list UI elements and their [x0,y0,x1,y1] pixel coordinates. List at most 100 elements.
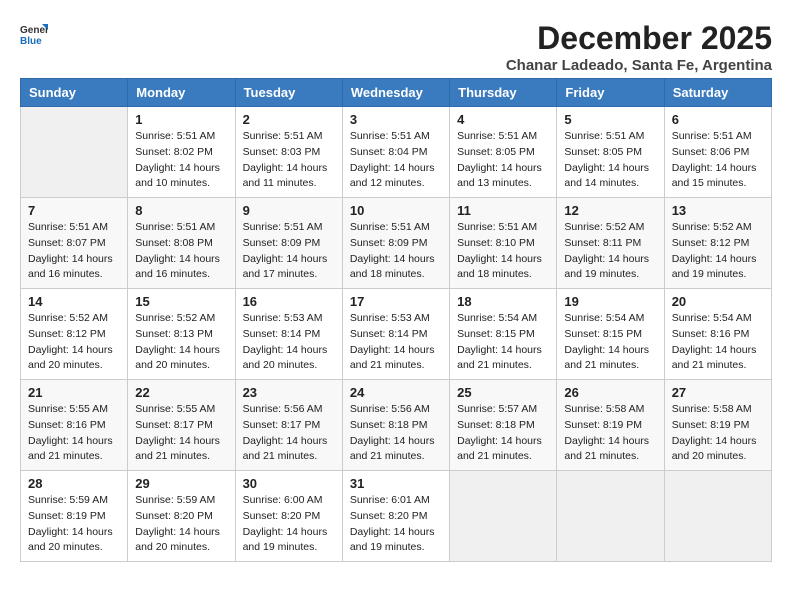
day-cell: 28Sunrise: 5:59 AMSunset: 8:19 PMDayligh… [21,471,128,562]
day-number: 10 [350,203,442,218]
day-number: 14 [28,294,120,309]
day-number: 24 [350,385,442,400]
day-info: Sunrise: 5:55 AMSunset: 8:17 PMDaylight:… [135,402,227,465]
day-cell: 8 Sunrise: 5:51 AMSunset: 8:08 PMDaylight… [128,198,235,289]
day-info: Sunrise: 5:57 AMSunset: 8:18 PMDaylight:… [457,402,549,465]
day-cell: 26 Sunrise: 5:58 AMSunset: 8:19 PMDayligh… [557,380,664,471]
day-info: Sunrise: 5:51 AMSunset: 8:03 PMDaylight:… [243,129,335,192]
day-number: 25 [457,385,549,400]
day-number: 9 [243,203,335,218]
day-cell [557,471,664,562]
day-number: 11 [457,203,549,218]
day-cell: 15 Sunrise: 5:52 AMSunset: 8:13 PMDayligh… [128,289,235,380]
day-number: 15 [135,294,227,309]
day-cell: 18 Sunrise: 5:54 AMSunset: 8:15 PMDayligh… [450,289,557,380]
day-cell: 7 Sunrise: 5:51 AMSunset: 8:07 PMDaylight… [21,198,128,289]
day-info: Sunrise: 5:51 AMSunset: 8:07 PMDaylight:… [28,220,120,283]
day-number: 19 [564,294,656,309]
day-number: 2 [243,112,335,127]
weekday-header-sunday: Sunday [21,79,128,107]
day-cell: 9Sunrise: 5:51 AMSunset: 8:09 PMDaylight… [235,198,342,289]
day-info: Sunrise: 5:58 AMSunset: 8:19 PMDaylight:… [564,402,656,465]
page-header: General Blue December 2025 Chanar Ladead… [20,20,772,74]
day-cell: 21 Sunrise: 5:55 AMSunset: 8:16 PMDayligh… [21,380,128,471]
svg-text:General: General [20,25,48,36]
day-info: Sunrise: 5:54 AMSunset: 8:15 PMDaylight:… [564,311,656,374]
day-cell [450,471,557,562]
day-cell: 27 Sunrise: 5:58 AMSunset: 8:19 PMDayligh… [664,380,771,471]
day-cell: 31Sunrise: 6:01 AMSunset: 8:20 PMDayligh… [342,471,449,562]
day-number: 17 [350,294,442,309]
day-cell: 25 Sunrise: 5:57 AMSunset: 8:18 PMDayligh… [450,380,557,471]
month-title: December 2025 [506,20,772,57]
day-number: 20 [672,294,764,309]
day-info: Sunrise: 5:52 AMSunset: 8:12 PMDaylight:… [28,311,120,374]
week-row-5: 28Sunrise: 5:59 AMSunset: 8:19 PMDayligh… [21,471,772,562]
day-info: Sunrise: 5:53 AMSunset: 8:14 PMDaylight:… [350,311,442,374]
day-cell: 2 Sunrise: 5:51 AMSunset: 8:03 PMDaylight… [235,107,342,198]
day-info: Sunrise: 6:00 AMSunset: 8:20 PMDaylight:… [243,493,335,556]
day-info: Sunrise: 5:52 AMSunset: 8:11 PMDaylight:… [564,220,656,283]
day-number: 3 [350,112,442,127]
day-info: Sunrise: 5:54 AMSunset: 8:15 PMDaylight:… [457,311,549,374]
day-cell: 24 Sunrise: 5:56 AMSunset: 8:18 PMDayligh… [342,380,449,471]
day-number: 22 [135,385,227,400]
title-block: December 2025 Chanar Ladeado, Santa Fe, … [506,20,772,74]
weekday-header-saturday: Saturday [664,79,771,107]
day-cell: 29Sunrise: 5:59 AMSunset: 8:20 PMDayligh… [128,471,235,562]
day-info: Sunrise: 5:52 AMSunset: 8:12 PMDaylight:… [672,220,764,283]
day-info: Sunrise: 5:59 AMSunset: 8:19 PMDaylight:… [28,493,120,556]
day-cell: 17 Sunrise: 5:53 AMSunset: 8:14 PMDayligh… [342,289,449,380]
day-number: 7 [28,203,120,218]
day-info: Sunrise: 5:54 AMSunset: 8:16 PMDaylight:… [672,311,764,374]
day-info: Sunrise: 5:51 AMSunset: 8:04 PMDaylight:… [350,129,442,192]
day-info: Sunrise: 5:56 AMSunset: 8:18 PMDaylight:… [350,402,442,465]
day-info: Sunrise: 5:51 AMSunset: 8:06 PMDaylight:… [672,129,764,192]
day-cell: 1 Sunrise: 5:51 AMSunset: 8:02 PMDaylight… [128,107,235,198]
day-number: 8 [135,203,227,218]
day-cell: 13 Sunrise: 5:52 AMSunset: 8:12 PMDayligh… [664,198,771,289]
day-cell: 20 Sunrise: 5:54 AMSunset: 8:16 PMDayligh… [664,289,771,380]
day-cell [664,471,771,562]
day-info: Sunrise: 5:52 AMSunset: 8:13 PMDaylight:… [135,311,227,374]
day-cell: 16Sunrise: 5:53 AMSunset: 8:14 PMDayligh… [235,289,342,380]
day-cell: 11 Sunrise: 5:51 AMSunset: 8:10 PMDayligh… [450,198,557,289]
day-number: 13 [672,203,764,218]
day-info: Sunrise: 5:51 AMSunset: 8:08 PMDaylight:… [135,220,227,283]
day-cell: 10 Sunrise: 5:51 AMSunset: 8:09 PMDayligh… [342,198,449,289]
day-info: Sunrise: 5:56 AMSunset: 8:17 PMDaylight:… [243,402,335,465]
day-cell [21,107,128,198]
day-number: 31 [350,476,442,491]
day-number: 6 [672,112,764,127]
weekday-header-thursday: Thursday [450,79,557,107]
svg-text:Blue: Blue [20,36,42,47]
day-cell: 6 Sunrise: 5:51 AMSunset: 8:06 PMDaylight… [664,107,771,198]
day-cell: 30 Sunrise: 6:00 AMSunset: 8:20 PMDayligh… [235,471,342,562]
day-cell: 12 Sunrise: 5:52 AMSunset: 8:11 PMDayligh… [557,198,664,289]
week-row-3: 14 Sunrise: 5:52 AMSunset: 8:12 PMDayligh… [21,289,772,380]
day-number: 12 [564,203,656,218]
day-number: 18 [457,294,549,309]
day-number: 23 [243,385,335,400]
day-cell: 23 Sunrise: 5:56 AMSunset: 8:17 PMDayligh… [235,380,342,471]
day-info: Sunrise: 5:51 AMSunset: 8:10 PMDaylight:… [457,220,549,283]
day-cell: 19 Sunrise: 5:54 AMSunset: 8:15 PMDayligh… [557,289,664,380]
weekday-header-wednesday: Wednesday [342,79,449,107]
weekday-header-tuesday: Tuesday [235,79,342,107]
day-cell: 3 Sunrise: 5:51 AMSunset: 8:04 PMDaylight… [342,107,449,198]
day-info: Sunrise: 5:51 AMSunset: 8:02 PMDaylight:… [135,129,227,192]
day-cell: 4Sunrise: 5:51 AMSunset: 8:05 PMDaylight… [450,107,557,198]
day-info: Sunrise: 5:51 AMSunset: 8:09 PMDaylight:… [350,220,442,283]
week-row-2: 7 Sunrise: 5:51 AMSunset: 8:07 PMDaylight… [21,198,772,289]
day-number: 27 [672,385,764,400]
weekday-header-monday: Monday [128,79,235,107]
day-number: 26 [564,385,656,400]
day-cell: 5Sunrise: 5:51 AMSunset: 8:05 PMDaylight… [557,107,664,198]
day-number: 1 [135,112,227,127]
day-number: 30 [243,476,335,491]
day-info: Sunrise: 5:55 AMSunset: 8:16 PMDaylight:… [28,402,120,465]
day-info: Sunrise: 5:58 AMSunset: 8:19 PMDaylight:… [672,402,764,465]
day-number: 21 [28,385,120,400]
day-info: Sunrise: 5:53 AMSunset: 8:14 PMDaylight:… [243,311,335,374]
day-cell: 14 Sunrise: 5:52 AMSunset: 8:12 PMDayligh… [21,289,128,380]
